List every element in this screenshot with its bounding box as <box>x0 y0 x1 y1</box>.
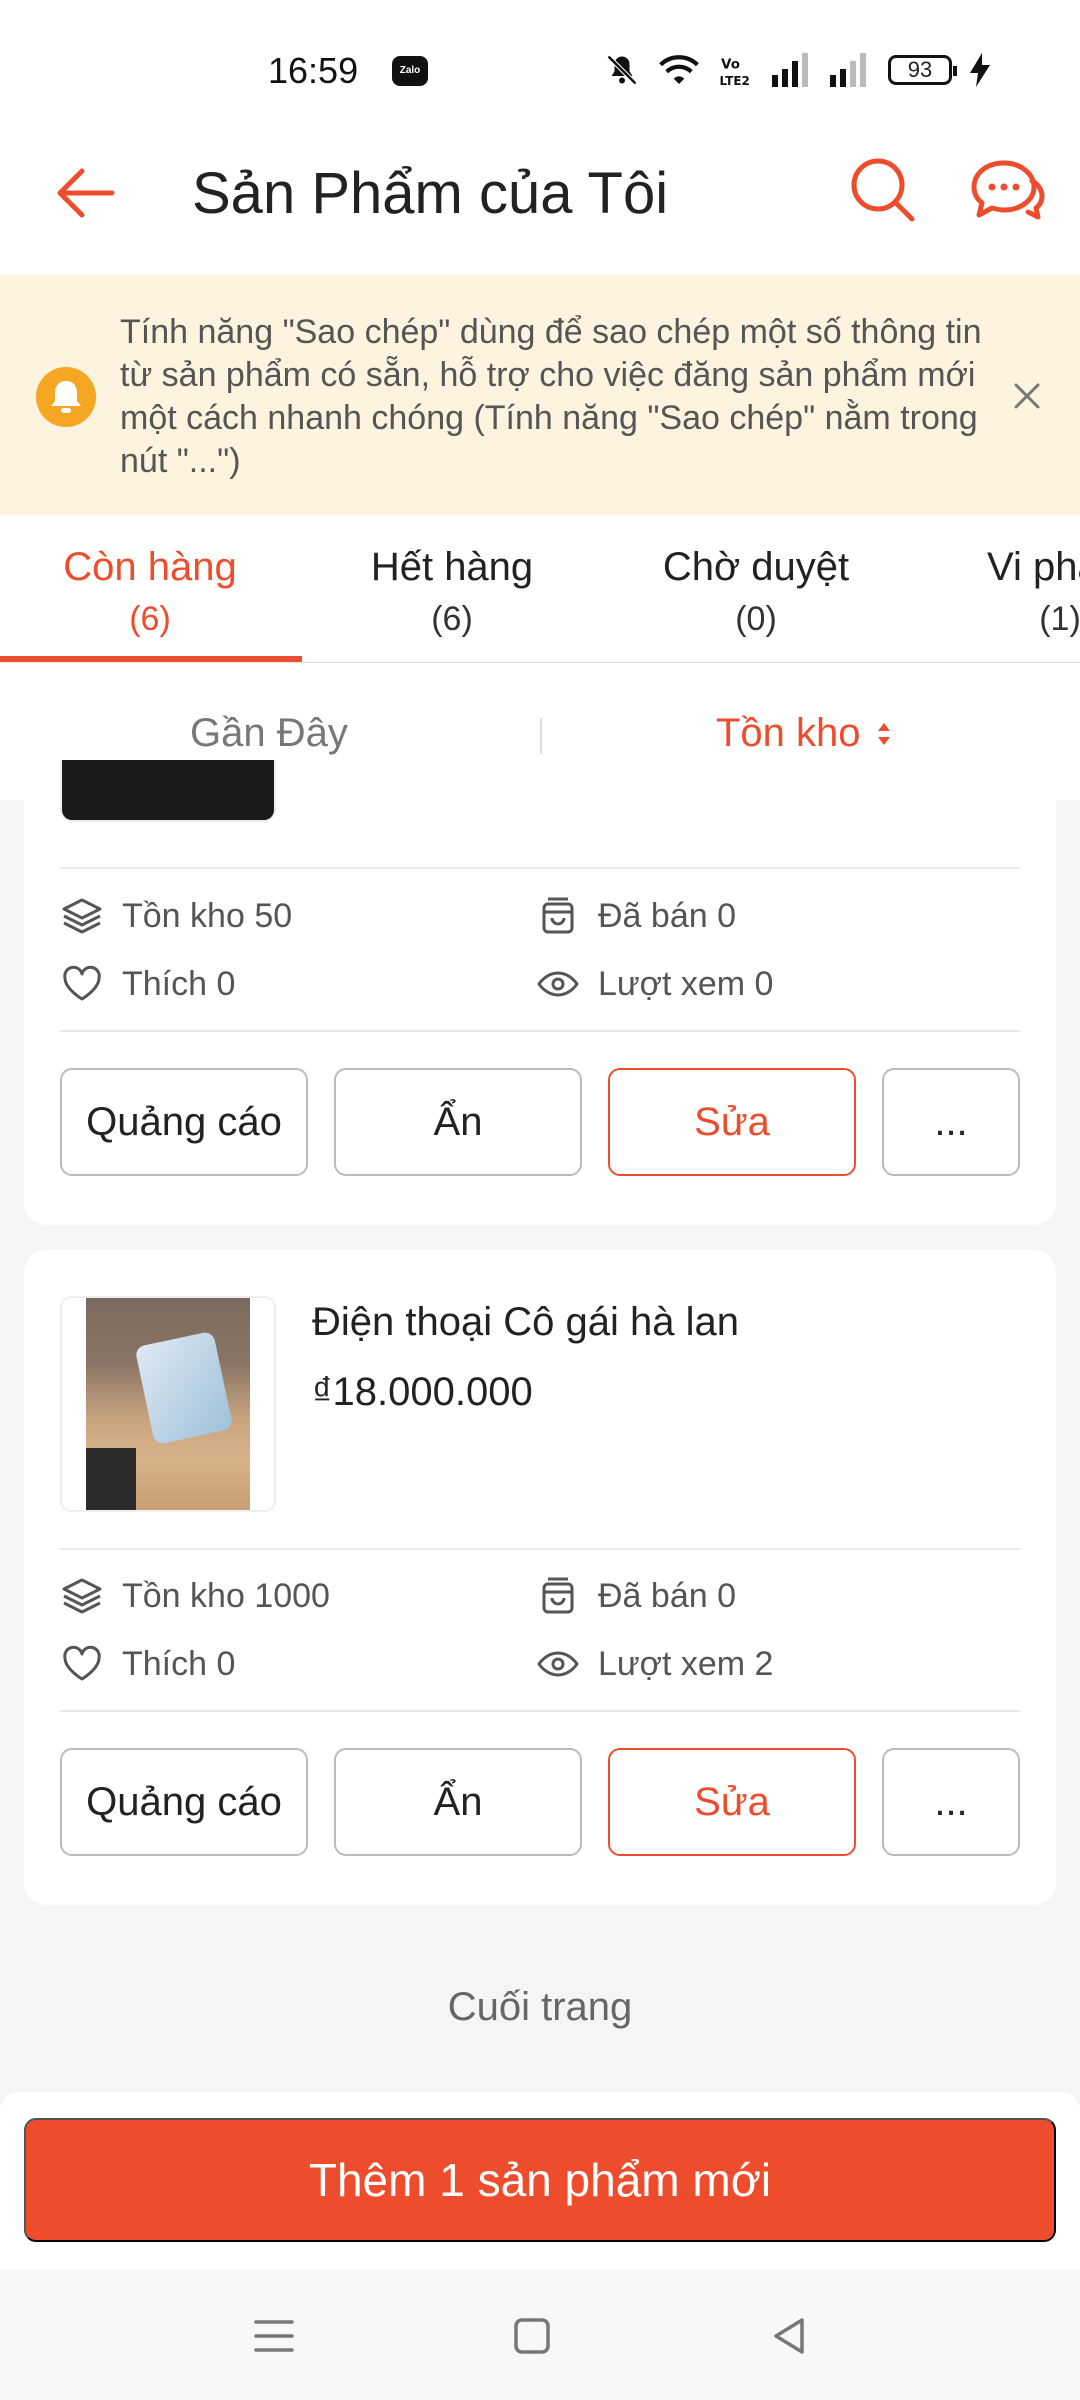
status-tabs: Còn hàng (6) Hết hàng (6) Chờ duyệt (0) … <box>0 515 1080 663</box>
tab-label: Chờ duyệt <box>662 545 850 589</box>
ads-button[interactable]: Quảng cáo <box>60 1068 308 1176</box>
notice-text: Tính năng "Sao chép" dùng để sao chép mộ… <box>120 313 982 480</box>
battery-icon: 93 <box>888 55 957 85</box>
sort-stock[interactable]: Tồn kho <box>716 711 893 756</box>
stat-sold: Đã bán 0 <box>536 894 736 938</box>
bell-icon <box>36 367 96 427</box>
bottom-action-bar: Thêm 1 sản phẩm mới <box>0 2092 1080 2270</box>
svg-text:Vo: Vo <box>721 57 740 73</box>
product-name[interactable]: Điện thoại Cô gái hà lan <box>312 1300 739 1345</box>
tab-count: (0) <box>735 600 777 638</box>
end-of-list-text: Cuối trang <box>447 1985 633 2029</box>
sort-recent[interactable]: Gần Đây <box>190 711 348 756</box>
tab-violation[interactable]: Vi phạm (1) <box>910 545 1080 639</box>
divider <box>60 1710 1020 1712</box>
status-icons: Vo LTE2 93 <box>604 52 990 88</box>
sort-divider <box>540 718 542 754</box>
zalo-icon: Zalo <box>392 56 428 86</box>
menu-icon[interactable] <box>246 2308 302 2364</box>
tab-label: Hết hàng <box>370 545 534 589</box>
back-arrow-icon[interactable] <box>50 158 120 228</box>
app-bar: Sản Phẩm của Tôi <box>0 130 1080 275</box>
tab-out-of-stock[interactable]: Hết hàng (6) <box>302 545 602 639</box>
svg-text:LTE2: LTE2 <box>720 74 750 88</box>
divider <box>60 867 1020 869</box>
status-bar: 16:59 Zalo Vo LTE2 93 <box>0 0 1080 130</box>
stat-likes: Thích 0 <box>60 1642 235 1686</box>
tab-pending[interactable]: Chờ duyệt (0) <box>606 545 906 639</box>
mute-icon <box>606 54 638 86</box>
signal-icon-2 <box>830 53 866 87</box>
system-nav-bar <box>0 2270 1080 2400</box>
tab-label: Vi phạm <box>986 545 1080 589</box>
hide-button[interactable]: Ẩn <box>334 1068 582 1176</box>
eye-icon <box>537 1651 579 1677</box>
more-button[interactable]: ... <box>882 1748 1020 1856</box>
sort-arrows-icon <box>877 722 890 745</box>
ads-button[interactable]: Quảng cáo <box>60 1748 308 1856</box>
hide-button[interactable]: Ẩn <box>334 1748 582 1856</box>
status-time: 16:59 <box>268 50 359 91</box>
home-icon[interactable] <box>504 2308 560 2364</box>
stat-views: Lượt xem 2 <box>536 1642 773 1686</box>
signal-icon-1 <box>772 53 808 87</box>
chat-icon[interactable] <box>968 155 1048 229</box>
divider <box>60 1030 1020 1032</box>
search-icon[interactable] <box>848 155 918 225</box>
stat-stock: Tồn kho 50 <box>60 894 292 938</box>
charging-icon <box>970 53 990 87</box>
close-icon[interactable] <box>1012 381 1042 411</box>
back-icon[interactable] <box>762 2308 818 2364</box>
sort-stock-label: Tồn kho <box>716 711 861 755</box>
sold-bag-icon <box>542 897 574 934</box>
page-title: Sản Phẩm của Tôi <box>192 161 669 226</box>
stat-views: Lượt xem 0 <box>536 962 773 1006</box>
product-card: Điện thoại Cô gái hà lan ₫18.000.000 Tồn… <box>24 1250 1056 1905</box>
layers-icon <box>62 898 102 934</box>
tab-label: Còn hàng <box>63 545 237 589</box>
add-product-button[interactable]: Thêm 1 sản phẩm mới <box>24 2118 1056 2242</box>
product-card: Tồn kho 50 Đã bán 0 Thích 0 Lượt xem 0 Q… <box>24 760 1056 1225</box>
sold-bag-icon <box>542 1577 574 1614</box>
more-button[interactable]: ... <box>882 1068 1020 1176</box>
tab-count: (6) <box>129 600 171 638</box>
copy-feature-notice: Tính năng "Sao chép" dùng để sao chép mộ… <box>0 275 1080 515</box>
product-thumbnail[interactable] <box>60 1296 276 1512</box>
tab-count: (1) <box>1039 600 1080 638</box>
product-thumbnail[interactable] <box>60 760 276 822</box>
edit-button[interactable]: Sửa <box>608 1068 856 1176</box>
stat-likes: Thích 0 <box>60 962 235 1006</box>
tab-count: (6) <box>431 600 473 638</box>
tab-indicator <box>0 656 302 662</box>
tab-in-stock[interactable]: Còn hàng (6) <box>0 545 300 639</box>
eye-icon <box>537 971 579 997</box>
wifi-icon <box>659 55 699 84</box>
divider <box>60 1548 1020 1550</box>
heart-icon <box>63 1645 101 1681</box>
stat-sold: Đã bán 0 <box>536 1574 736 1618</box>
stat-stock: Tồn kho 1000 <box>60 1574 330 1618</box>
edit-button[interactable]: Sửa <box>608 1748 856 1856</box>
product-price: ₫18.000.000 <box>312 1370 533 1414</box>
layers-icon <box>62 1578 102 1614</box>
volte-icon: VoLTE2 <box>720 57 750 89</box>
heart-icon <box>63 965 101 1001</box>
